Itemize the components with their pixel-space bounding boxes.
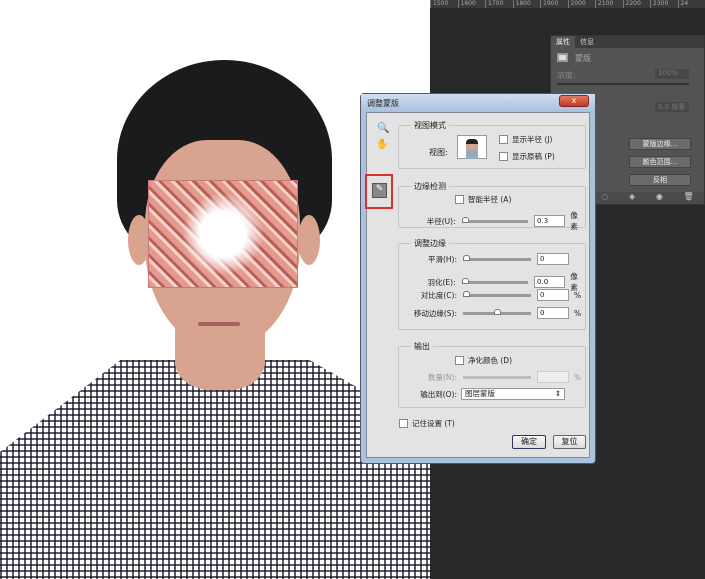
trash-icon[interactable]: 🗑	[683, 192, 693, 204]
color-range-button[interactable]: 颜色范围...	[629, 156, 691, 168]
row-label: 羽化(E):	[427, 277, 456, 287]
reset-button[interactable]: 复位	[553, 435, 586, 449]
output-to-label: 输出到(O):	[420, 389, 457, 399]
ruler-tick: 2200	[622, 0, 651, 8]
density-label: 浓度:	[557, 71, 576, 80]
view-thumbnail-dropdown[interactable]	[457, 135, 487, 159]
amount-unit: %	[574, 372, 582, 382]
feather-field[interactable]: 0.0 像素	[655, 102, 689, 112]
density-slider[interactable]	[557, 83, 689, 85]
row-slider[interactable]	[463, 308, 531, 315]
group-title: 视图模式	[411, 120, 449, 131]
ruler-tick: 1500	[430, 0, 458, 8]
row-input[interactable]: 0	[537, 289, 569, 301]
adjust-edge-row: 对比度(C): 0%	[399, 289, 581, 301]
amount-label: 数量(N):	[428, 372, 457, 382]
radius-slider[interactable]	[461, 216, 529, 223]
row-label: 移动边缘(S):	[413, 308, 457, 318]
row-label: 对比度(C):	[420, 290, 457, 300]
checkbox-label: 智能半径 (A)	[468, 195, 512, 204]
slider-knob[interactable]	[463, 290, 470, 297]
mouth	[198, 322, 240, 326]
show-radius-checkbox[interactable]: 显示半径 (J)	[499, 134, 552, 145]
hand-tool-icon[interactable]: ✋	[376, 139, 388, 150]
refine-radius-brush-icon[interactable]: ✎	[372, 183, 387, 198]
select-arrows-icon: ⇕	[554, 389, 561, 398]
slider-knob[interactable]	[463, 254, 470, 261]
row-input[interactable]: 0	[537, 307, 569, 319]
ruler-tick: 2100	[595, 0, 623, 8]
checkbox-label: 显示原稿 (P)	[512, 152, 555, 161]
ruler-tick: 2000	[567, 0, 596, 8]
ruler-tick: 1800	[512, 0, 541, 8]
amount-input	[537, 371, 569, 383]
left-ear	[128, 215, 150, 265]
group-title: 输出	[411, 341, 433, 352]
mask-edge-button[interactable]: 蒙版边缘...	[629, 138, 691, 150]
tab-properties[interactable]: 属性	[551, 36, 575, 48]
ok-button[interactable]: 确定	[512, 435, 546, 449]
output-group: 输出 净化颜色 (D) 数量(N):% 输出到(O): 图层蒙版 ⇕	[398, 341, 586, 408]
edge-detection-group: 边缘检测 智能半径 (A) 半径(U): 0.3 像素	[398, 181, 586, 231]
row-unit: %	[574, 290, 582, 300]
selection-icon[interactable]: ◌	[601, 192, 608, 204]
show-original-checkbox[interactable]: 显示原稿 (P)	[499, 151, 555, 162]
eye-icon[interactable]: ◉	[656, 192, 663, 204]
view-label: 视图:	[429, 148, 448, 157]
ruler-tick: 1700	[485, 0, 513, 8]
ruler: 1500 1600 1700 1800 1900 2000 2100 2200 2300 24	[430, 0, 705, 8]
decontaminate-checkbox[interactable]: 净化颜色 (D)	[455, 355, 512, 366]
dialog-body: 🔍 ✋ ✎ 视图模式 视图: 显示半径 (J) 显示原稿 (P) 边缘检测 智能…	[365, 112, 590, 458]
refine-mask-dialog: 调整蒙版 x 🔍 ✋ ✎ 视图模式 视图: 显示半径 (J) 显示原稿 (P) …	[360, 93, 596, 464]
ruler-tick: 1600	[457, 0, 486, 8]
amount-slider	[463, 375, 531, 379]
close-button[interactable]: x	[559, 95, 589, 107]
right-ear	[298, 215, 320, 265]
checkbox-label: 显示半径 (J)	[512, 135, 553, 144]
mask-icon	[557, 53, 568, 62]
row-unit: %	[574, 308, 582, 318]
adjust-edge-row: 移动边缘(S): 0%	[399, 307, 581, 319]
remember-settings-checkbox[interactable]: 记住设置 (T)	[399, 418, 455, 429]
row-input[interactable]: 0	[537, 253, 569, 265]
row-input[interactable]: 0.0	[534, 276, 566, 288]
radius-label: 半径(U):	[426, 216, 456, 226]
row-slider[interactable]	[463, 254, 531, 261]
row-slider[interactable]	[461, 277, 529, 284]
smart-radius-checkbox[interactable]: 智能半径 (A)	[455, 194, 511, 205]
zoom-tool-icon[interactable]: 🔍	[377, 123, 389, 134]
view-mode-group: 视图模式 视图: 显示半径 (J) 显示原稿 (P)	[398, 120, 586, 169]
adjust-edge-row: 平滑(H): 0	[399, 253, 574, 265]
mask-label: 蒙版	[575, 54, 591, 63]
mosaic-mask	[148, 180, 298, 288]
adjust-edge-group: 调整边缘 平滑(H): 0 羽化(E): 0.0 像素 对比度(C): 0% 移动边缘(S):…	[398, 238, 586, 330]
panel-footer: ◌ ◈ ◉ 🗑	[591, 192, 704, 204]
radius-row: 半径(U): 0.3 像素	[399, 210, 585, 232]
row-slider[interactable]	[463, 290, 531, 297]
group-title: 边缘检测	[411, 181, 449, 192]
thumbnail-person	[466, 139, 478, 159]
output-to-row: 输出到(O): 图层蒙版 ⇕	[399, 388, 565, 400]
ruler-tick: 1900	[540, 0, 568, 8]
amount-row: 数量(N):%	[399, 371, 581, 383]
ruler-tick: 2300	[650, 0, 678, 8]
output-to-value: 图层蒙版	[465, 389, 495, 398]
group-title: 调整边缘	[411, 238, 449, 249]
slider-knob[interactable]	[461, 277, 469, 284]
slider-knob[interactable]	[493, 308, 501, 315]
apply-mask-icon[interactable]: ◈	[629, 192, 635, 204]
radius-input[interactable]: 0.3	[534, 215, 566, 227]
row-label: 平滑(H):	[427, 254, 457, 264]
invert-button[interactable]: 反相	[629, 174, 691, 186]
output-to-select[interactable]: 图层蒙版 ⇕	[461, 388, 565, 400]
radius-unit: 像素	[570, 211, 578, 231]
checkbox-label: 记住设置 (T)	[412, 419, 455, 428]
ruler-tick: 24	[677, 0, 705, 8]
checkbox-label: 净化颜色 (D)	[468, 356, 513, 365]
tab-info[interactable]: 信息	[575, 36, 599, 48]
density-field[interactable]: 100%	[655, 69, 689, 79]
